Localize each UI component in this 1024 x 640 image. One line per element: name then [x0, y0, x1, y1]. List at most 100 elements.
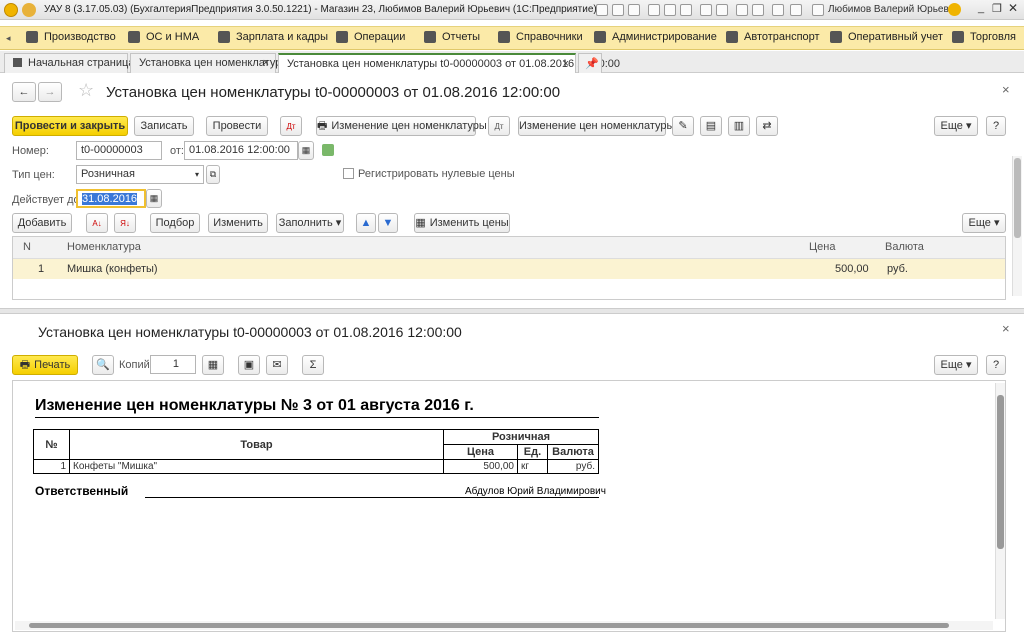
minimize-button[interactable]: _: [978, 2, 984, 14]
sum-icon[interactable]: Σ: [302, 355, 324, 375]
menu-item-salary[interactable]: Зарплата и кадры: [218, 31, 328, 43]
close-tab-icon[interactable]: ×: [563, 58, 569, 70]
table-more-button[interactable]: Еще ▾: [962, 213, 1006, 233]
post-and-close-button[interactable]: Провести и закрыть: [12, 116, 128, 136]
menu-item-catalogs[interactable]: Справочники: [498, 31, 583, 43]
status-icon: [322, 144, 334, 156]
print-icon[interactable]: [612, 4, 624, 16]
print-help-button[interactable]: ?: [986, 355, 1006, 375]
app-logo-icon[interactable]: [4, 3, 18, 17]
calendar-button[interactable]: ▦: [298, 141, 314, 160]
menu-item-transport[interactable]: Автотранспорт: [726, 31, 820, 43]
structure-icon[interactable]: ✎: [672, 116, 694, 136]
table-row[interactable]: 1 Мишка (конфеты) 500,00 руб.: [13, 259, 1005, 279]
calendar-button-2[interactable]: ▦: [146, 189, 162, 208]
menu-item-trade[interactable]: Торговля: [952, 31, 1016, 43]
zero-prices-checkbox[interactable]: [343, 168, 354, 179]
print-button[interactable]: 🖶 Печать: [12, 355, 78, 375]
print-more-button[interactable]: Еще ▾: [934, 355, 978, 375]
menu-toggle-icon[interactable]: ◂: [6, 33, 11, 44]
mminus-icon[interactable]: [752, 4, 764, 16]
close-form-button[interactable]: ×: [1002, 82, 1010, 97]
email-icon[interactable]: [680, 4, 692, 16]
tab-home[interactable]: Начальная страница: [4, 53, 134, 73]
close-tab-icon[interactable]: ×: [263, 57, 269, 69]
mplus-icon[interactable]: [736, 4, 748, 16]
fill-button[interactable]: Заполнить ▾: [276, 213, 344, 233]
attach-icon[interactable]: [664, 4, 676, 16]
menu-item-admin[interactable]: Администрирование: [594, 31, 717, 43]
key-icon[interactable]: [812, 4, 824, 16]
copies-field[interactable]: 1: [150, 355, 196, 374]
move-up-icon[interactable]: ▲: [356, 213, 376, 233]
report-vscroll[interactable]: [995, 383, 1005, 619]
report-row[interactable]: 1 Конфеты "Мишка" 500,00 кг руб.: [33, 459, 599, 474]
pin-tab[interactable]: 📌: [578, 53, 602, 73]
copies-label: Копий:: [119, 359, 153, 371]
back-button[interactable]: ←: [12, 82, 36, 102]
dt-kt-icon-2[interactable]: Дт: [488, 116, 510, 136]
col-item-header[interactable]: Номенклатура: [67, 241, 141, 253]
col-price-header[interactable]: Цена: [809, 241, 835, 253]
menu-item-production[interactable]: Производство: [26, 31, 116, 43]
dt-kt-icon[interactable]: Дт: [280, 116, 302, 136]
info-icon[interactable]: [772, 4, 784, 16]
add-row-button[interactable]: Добавить: [12, 213, 72, 233]
change-prices-button[interactable]: ▦ Изменить цены: [414, 213, 510, 233]
save-button[interactable]: Записать: [134, 116, 194, 136]
menu-item-operations[interactable]: Операции: [336, 31, 405, 43]
menu-item-operational[interactable]: Оперативный учет: [830, 31, 943, 43]
col-n-header[interactable]: N: [23, 241, 31, 253]
calc-icon[interactable]: [716, 4, 728, 16]
save-icon[interactable]: ▣: [238, 355, 260, 375]
edit-table-icon[interactable]: ▦: [202, 355, 224, 375]
menu-item-fixed-assets[interactable]: ОС и НМА: [128, 31, 199, 43]
close-window-button[interactable]: ✕: [1008, 1, 1018, 15]
close-print-button[interactable]: ×: [1002, 321, 1010, 336]
tab-price-setting-doc[interactable]: Установка цен номенклатуры t0-00000003 о…: [278, 53, 620, 73]
zero-prices-label: Регистрировать нулевые цены: [358, 168, 515, 180]
date-field[interactable]: 01.08.2016 12:00:00: [184, 141, 298, 160]
document-icon[interactable]: ▤: [700, 116, 722, 136]
open-icon[interactable]: ⧉: [206, 165, 220, 184]
col-currency-header[interactable]: Валюта: [885, 241, 924, 253]
email-icon[interactable]: ✉: [266, 355, 288, 375]
valid-until-field[interactable]: 31.08.2016: [76, 189, 146, 208]
window-icon[interactable]: [790, 4, 802, 16]
price-type-field[interactable]: Розничная: [76, 165, 204, 184]
preview-icon[interactable]: [628, 4, 640, 16]
sort-desc-icon[interactable]: Я↓: [114, 213, 136, 233]
post-button[interactable]: Провести: [206, 116, 268, 136]
move-down-icon[interactable]: ▼: [378, 213, 398, 233]
preview-icon[interactable]: 🔍: [92, 355, 114, 375]
tab-price-setting-list[interactable]: Установка цен номенклатуры ×: [130, 53, 289, 73]
change-prices-report-button[interactable]: Изменение цен номенклатуры: [518, 116, 674, 136]
number-field[interactable]: t0-00000003: [76, 141, 162, 160]
price-type-label: Тип цен:: [12, 169, 55, 181]
calendar-icon[interactable]: [700, 4, 712, 16]
chevron-down-icon[interactable]: ▾: [190, 165, 204, 184]
save-icon[interactable]: [648, 4, 660, 16]
toolbar-icon-1[interactable]: [596, 4, 608, 16]
report-table: № Товар Розничная Цена Ед. Валюта 1 Конф…: [33, 429, 599, 474]
list-icon[interactable]: ▥: [728, 116, 750, 136]
splitter[interactable]: [0, 308, 1024, 314]
change-button[interactable]: Изменить: [208, 213, 268, 233]
print-form: Установка цен номенклатуры t0-00000003 о…: [0, 315, 1024, 640]
restore-button[interactable]: ❐: [992, 2, 1002, 15]
more-button[interactable]: Еще ▾: [934, 116, 978, 136]
user-name[interactable]: Любимов Валерий Юрьевич: [828, 4, 960, 15]
help-icon[interactable]: [948, 3, 961, 16]
forward-button[interactable]: →: [38, 82, 62, 102]
report-row-price: 500,00: [443, 459, 518, 474]
help-button[interactable]: ?: [986, 116, 1006, 136]
print-change-prices-button[interactable]: 🖶 Изменение цен номенклатуры: [316, 116, 487, 136]
menu-arrow-icon[interactable]: [22, 3, 36, 17]
sort-asc-icon[interactable]: А↓: [86, 213, 108, 233]
menu-item-reports[interactable]: Отчеты: [424, 31, 480, 43]
form-scrollbar[interactable]: [1012, 156, 1022, 296]
related-docs-icon[interactable]: ⇄: [756, 116, 778, 136]
select-button[interactable]: Подбор: [150, 213, 200, 233]
star-icon[interactable]: ☆: [78, 80, 94, 101]
report-hscroll[interactable]: [15, 621, 993, 630]
